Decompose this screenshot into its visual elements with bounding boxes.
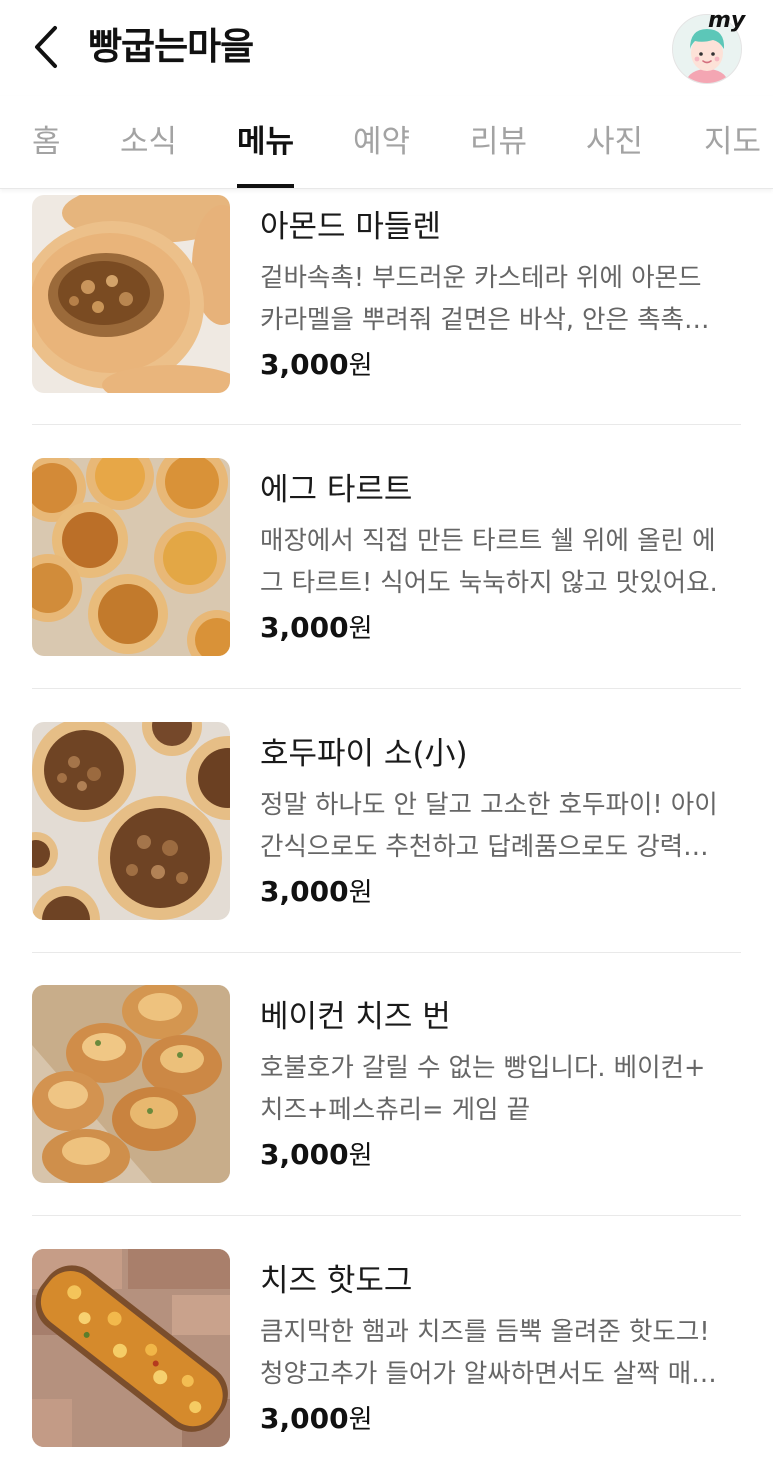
menu-item-name: 베이컨 치즈 번 xyxy=(260,999,451,1035)
top-app-bar: 빵굽는마을 my xyxy=(0,0,773,96)
app-screen: 빵굽는마을 my 홈 소식 메뉴 예약 리뷰 사진 지도 아몬드 마들렌 겉바속… xyxy=(0,0,773,1471)
tab-menu[interactable]: 메뉴 xyxy=(237,122,294,162)
menu-item-bacon-cheese-bun[interactable]: 베이컨 치즈 번 호불호가 갈릴 수 없는 빵입니다. 베이컨+ 치즈+페스츄리… xyxy=(0,985,773,1249)
menu-item-price: 3,000원 xyxy=(260,347,373,384)
menu-list: 아몬드 마들렌 겉바속촉! 부드러운 카스테라 위에 아몬드 카라멜을 뿌려줘 … xyxy=(0,189,773,1471)
divider xyxy=(32,688,741,689)
cheese-hotdog-photo xyxy=(32,1249,230,1447)
menu-item-price: 3,000원 xyxy=(260,610,373,647)
price-currency: 원 xyxy=(348,878,373,908)
divider xyxy=(32,1215,741,1216)
menu-item-description: 카라멜을 뿌려줘 겉면은 바삭, 안은 촉촉… xyxy=(260,305,710,335)
price-value: 3,000 xyxy=(260,1402,349,1435)
egg-tart-photo xyxy=(32,458,230,656)
menu-item-description: 겉바속촉! 부드러운 카스테라 위에 아몬드 xyxy=(260,263,702,293)
page-title: 빵굽는마을 xyxy=(88,25,254,68)
menu-item-name: 치즈 핫도그 xyxy=(260,1263,413,1299)
divider xyxy=(32,424,741,425)
menu-item-description: 호불호가 갈릴 수 없는 빵입니다. 베이컨+ xyxy=(260,1053,706,1083)
tab-home[interactable]: 홈 xyxy=(32,122,61,162)
menu-item-description: 청양고추가 들어가 알싸하면서도 살짝 매… xyxy=(260,1359,717,1389)
walnut-pie-photo xyxy=(32,722,230,920)
tab-map[interactable]: 지도 xyxy=(704,122,761,162)
price-value: 3,000 xyxy=(260,875,349,908)
price-currency: 원 xyxy=(348,614,373,644)
price-currency: 원 xyxy=(348,351,373,381)
divider xyxy=(32,952,741,953)
menu-item-description: 그 타르트! 식어도 눅눅하지 않고 맛있어요. xyxy=(260,568,718,598)
menu-item-name: 아몬드 마들렌 xyxy=(260,209,441,245)
menu-item-description: 치즈+페스츄리= 게임 끝 xyxy=(260,1095,531,1125)
tab-photos[interactable]: 사진 xyxy=(586,122,643,162)
back-button[interactable] xyxy=(26,22,66,72)
active-tab-indicator xyxy=(237,184,294,188)
menu-item-price: 3,000원 xyxy=(260,1401,373,1438)
price-currency: 원 xyxy=(348,1141,373,1171)
tab-news[interactable]: 소식 xyxy=(120,122,177,162)
menu-item-name: 에그 타르트 xyxy=(260,472,413,508)
bacon-cheese-bun-photo xyxy=(32,985,230,1183)
tab-reservation[interactable]: 예약 xyxy=(353,122,410,162)
menu-item-cheese-hotdog[interactable]: 치즈 핫도그 큼지막한 햄과 치즈를 듬뿍 올려준 핫도그! 청양고추가 들어가… xyxy=(0,1249,773,1471)
menu-item-price: 3,000원 xyxy=(260,1137,373,1174)
almond-madeleine-photo xyxy=(32,195,230,393)
tab-bar: 홈 소식 메뉴 예약 리뷰 사진 지도 xyxy=(0,96,773,189)
menu-item-egg-tart[interactable]: 에그 타르트 매장에서 직접 만든 타르트 쉘 위에 올린 에 그 타르트! 식… xyxy=(0,458,773,722)
price-value: 3,000 xyxy=(260,348,349,381)
tab-reviews[interactable]: 리뷰 xyxy=(470,122,527,162)
my-label: my xyxy=(708,8,746,33)
chevron-left-icon xyxy=(35,26,57,68)
menu-item-description: 정말 하나도 안 달고 고소한 호두파이! 아이 xyxy=(260,790,718,820)
menu-item-description: 간식으로도 추천하고 답례품으로도 강력… xyxy=(260,832,709,862)
menu-item-price: 3,000원 xyxy=(260,874,373,911)
menu-item-name: 호두파이 소(小) xyxy=(260,736,468,772)
price-currency: 원 xyxy=(348,1405,373,1435)
price-value: 3,000 xyxy=(260,1138,349,1171)
price-value: 3,000 xyxy=(260,611,349,644)
menu-item-almond-madeleine[interactable]: 아몬드 마들렌 겉바속촉! 부드러운 카스테라 위에 아몬드 카라멜을 뿌려줘 … xyxy=(0,195,773,459)
menu-item-description: 매장에서 직접 만든 타르트 쉘 위에 올린 에 xyxy=(260,526,716,556)
menu-item-description: 큼지막한 햄과 치즈를 듬뿍 올려준 핫도그! xyxy=(260,1317,710,1347)
menu-item-walnut-pie[interactable]: 호두파이 소(小) 정말 하나도 안 달고 고소한 호두파이! 아이 간식으로도… xyxy=(0,722,773,986)
